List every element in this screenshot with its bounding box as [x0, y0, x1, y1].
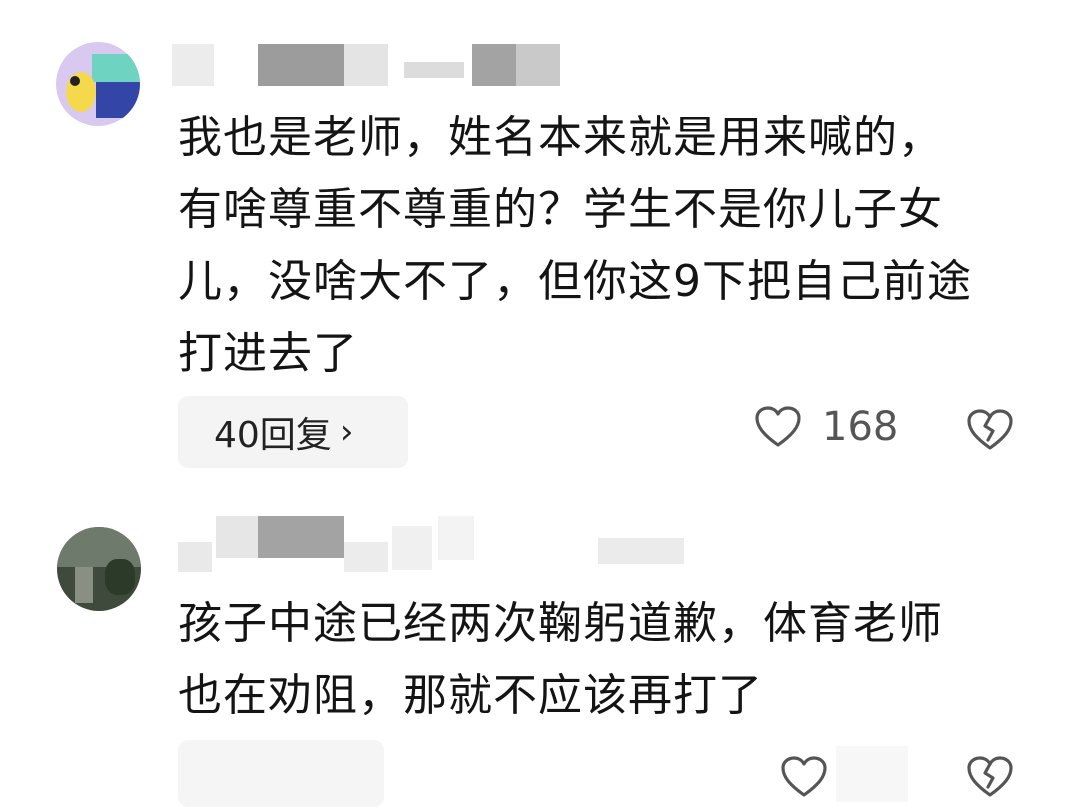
- comment-line: 孩子中途已经两次鞠躬道歉，体育老师: [178, 598, 943, 649]
- comment-text: 孩子中途已经两次鞠躬道歉，体育老师 也在劝阻，那就不应该再打了: [178, 588, 1058, 732]
- dislike-button[interactable]: [966, 408, 1014, 452]
- avatar[interactable]: [57, 527, 141, 611]
- dislike-button[interactable]: [966, 755, 1014, 799]
- like-button[interactable]: 168: [754, 404, 898, 450]
- comment-line: 也在劝阻，那就不应该再打了: [178, 670, 763, 721]
- comment-item-2: 孩子中途已经两次鞠躬道歉，体育老师 也在劝阻，那就不应该再打了: [0, 500, 1080, 807]
- comment-line: 打进去了: [178, 328, 358, 379]
- avatar[interactable]: [56, 42, 140, 126]
- username-redacted: [172, 44, 612, 86]
- like-count: 168: [822, 404, 899, 450]
- view-replies-button[interactable]: [178, 740, 384, 807]
- username-redacted: [178, 516, 698, 572]
- comment-line: 我也是老师，姓名本来就是用来喊的，: [178, 112, 943, 163]
- comment-line: 儿，没啥大不了，但你这9下把自己前途: [178, 256, 972, 307]
- like-count-redacted: [836, 746, 908, 802]
- like-button[interactable]: [780, 755, 828, 799]
- heart-outline-icon: [781, 756, 827, 797]
- heart-outline-icon: [755, 406, 801, 447]
- comment-text: 我也是老师，姓名本来就是用来喊的， 有啥尊重不尊重的？学生不是你儿子女 儿，没啥…: [178, 102, 1058, 390]
- view-replies-button[interactable]: 40回复 ›: [178, 396, 408, 468]
- chevron-right-icon: ›: [339, 412, 354, 452]
- comment-item-1: 我也是老师，姓名本来就是用来喊的， 有啥尊重不尊重的？学生不是你儿子女 儿，没啥…: [0, 0, 1080, 500]
- reply-count-label: 40回复: [214, 415, 332, 456]
- comment-line: 有啥尊重不尊重的？学生不是你儿子女: [178, 184, 943, 235]
- broken-heart-icon: [967, 409, 1013, 450]
- broken-heart-icon: [967, 756, 1013, 797]
